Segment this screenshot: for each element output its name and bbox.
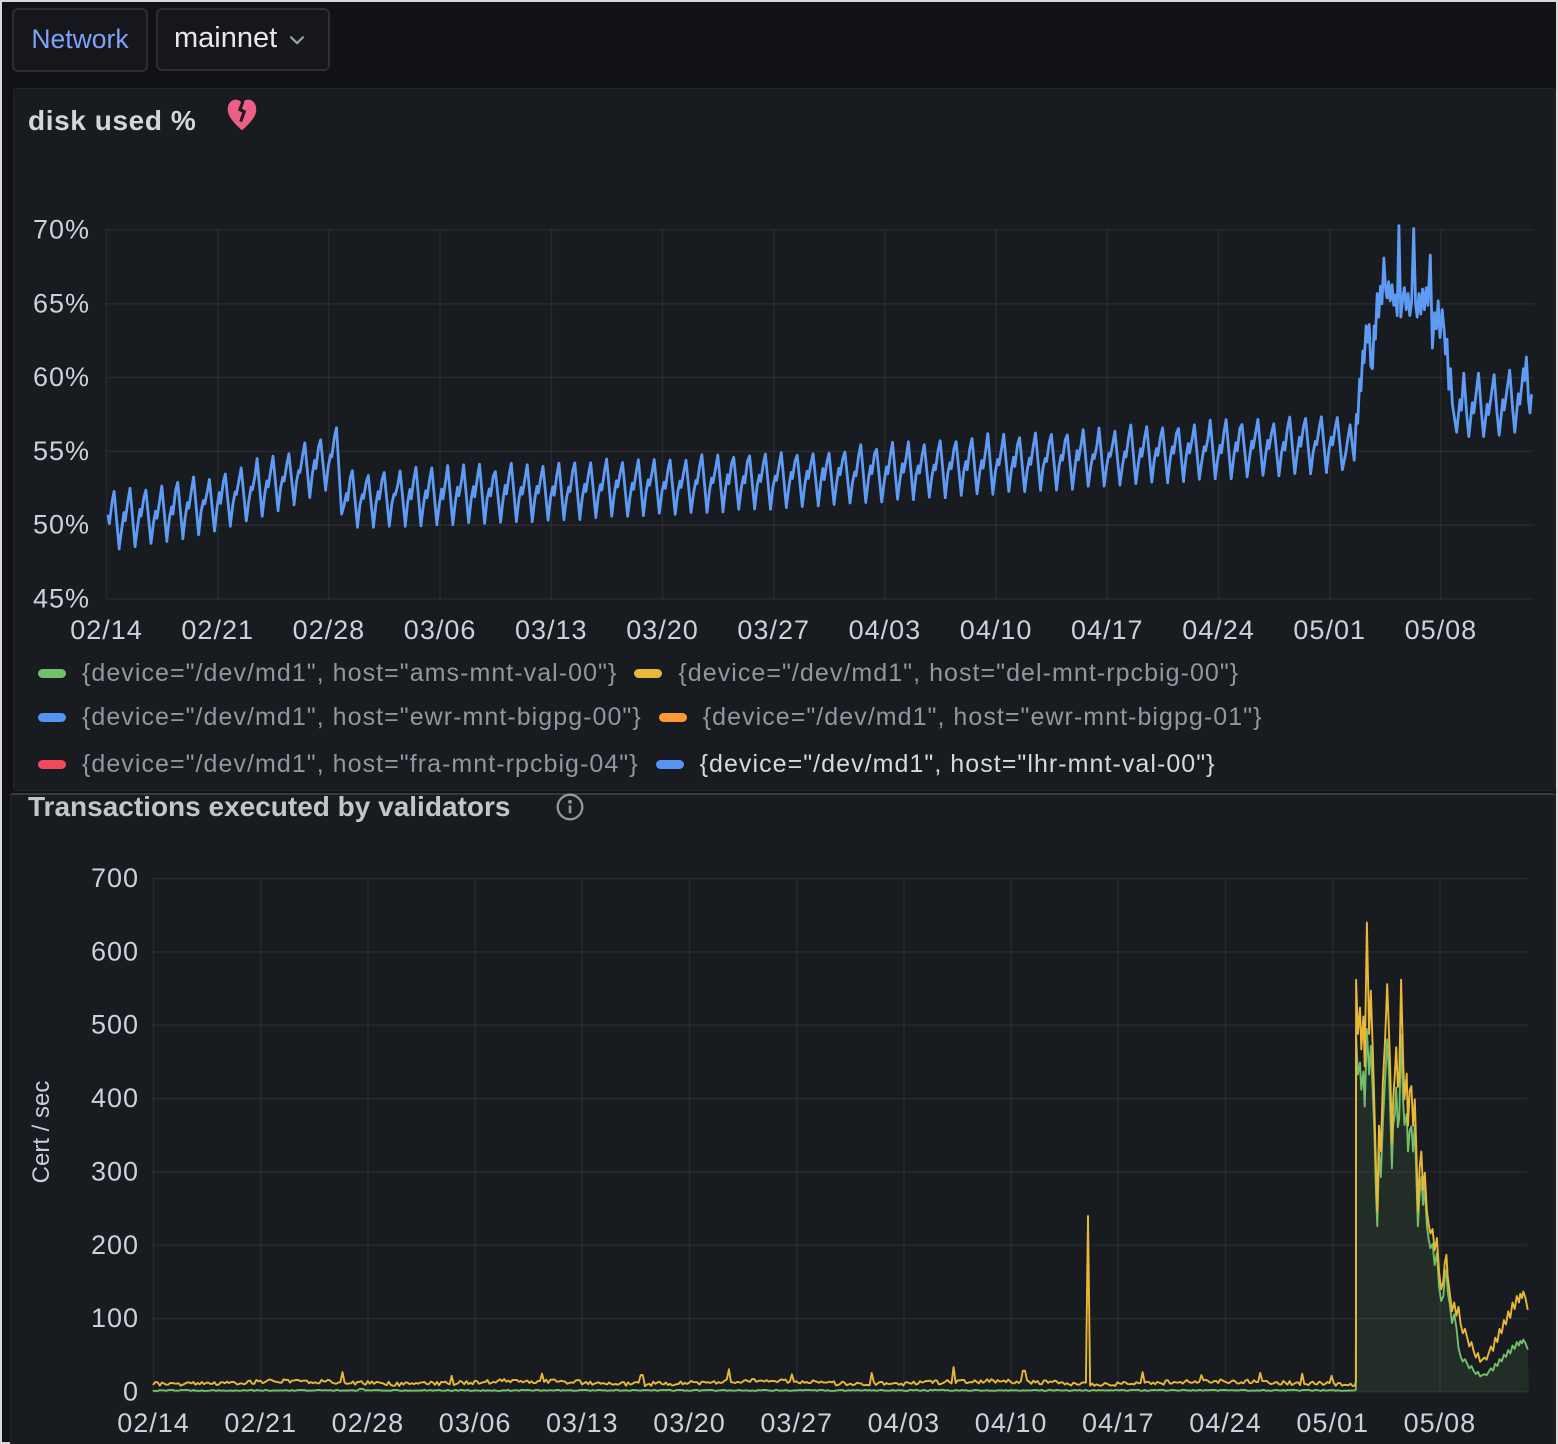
svg-text:05/01: 05/01 (1296, 1408, 1369, 1438)
svg-text:50%: 50% (33, 510, 90, 540)
svg-text:03/27: 03/27 (760, 1408, 833, 1438)
svg-text:300: 300 (91, 1156, 139, 1186)
svg-text:04/17: 04/17 (1071, 615, 1144, 645)
svg-text:200: 200 (91, 1230, 139, 1260)
svg-text:02/14: 02/14 (117, 1408, 190, 1438)
svg-text:100: 100 (91, 1303, 139, 1333)
svg-text:02/28: 02/28 (293, 615, 366, 645)
svg-text:04/24: 04/24 (1182, 615, 1255, 645)
svg-text:02/14: 02/14 (70, 615, 143, 645)
svg-text:04/03: 04/03 (849, 615, 922, 645)
svg-text:03/06: 03/06 (439, 1408, 512, 1438)
svg-text:05/08: 05/08 (1404, 1408, 1477, 1438)
svg-text:55%: 55% (33, 436, 90, 466)
svg-text:60%: 60% (33, 362, 90, 392)
svg-text:03/13: 03/13 (546, 1408, 619, 1438)
svg-text:02/28: 02/28 (332, 1408, 405, 1438)
svg-text:04/10: 04/10 (975, 1408, 1048, 1438)
svg-text:04/10: 04/10 (960, 615, 1033, 645)
svg-text:700: 700 (91, 863, 139, 893)
svg-text:45%: 45% (33, 584, 90, 614)
svg-text:02/21: 02/21 (181, 615, 254, 645)
svg-text:500: 500 (91, 1010, 139, 1040)
svg-text:65%: 65% (33, 288, 90, 318)
svg-text:02/21: 02/21 (224, 1408, 297, 1438)
svg-text:04/03: 04/03 (868, 1408, 941, 1438)
svg-text:600: 600 (91, 936, 139, 966)
svg-text:05/08: 05/08 (1405, 615, 1478, 645)
svg-text:04/24: 04/24 (1189, 1408, 1262, 1438)
svg-text:03/27: 03/27 (737, 615, 810, 645)
svg-text:0: 0 (123, 1377, 139, 1407)
svg-text:03/20: 03/20 (626, 615, 699, 645)
svg-text:04/17: 04/17 (1082, 1408, 1155, 1438)
svg-text:70%: 70% (33, 215, 90, 245)
svg-text:05/01: 05/01 (1293, 615, 1366, 645)
svg-text:03/06: 03/06 (404, 615, 477, 645)
svg-text:400: 400 (91, 1083, 139, 1113)
svg-text:03/13: 03/13 (515, 615, 588, 645)
svg-text:03/20: 03/20 (653, 1408, 726, 1438)
